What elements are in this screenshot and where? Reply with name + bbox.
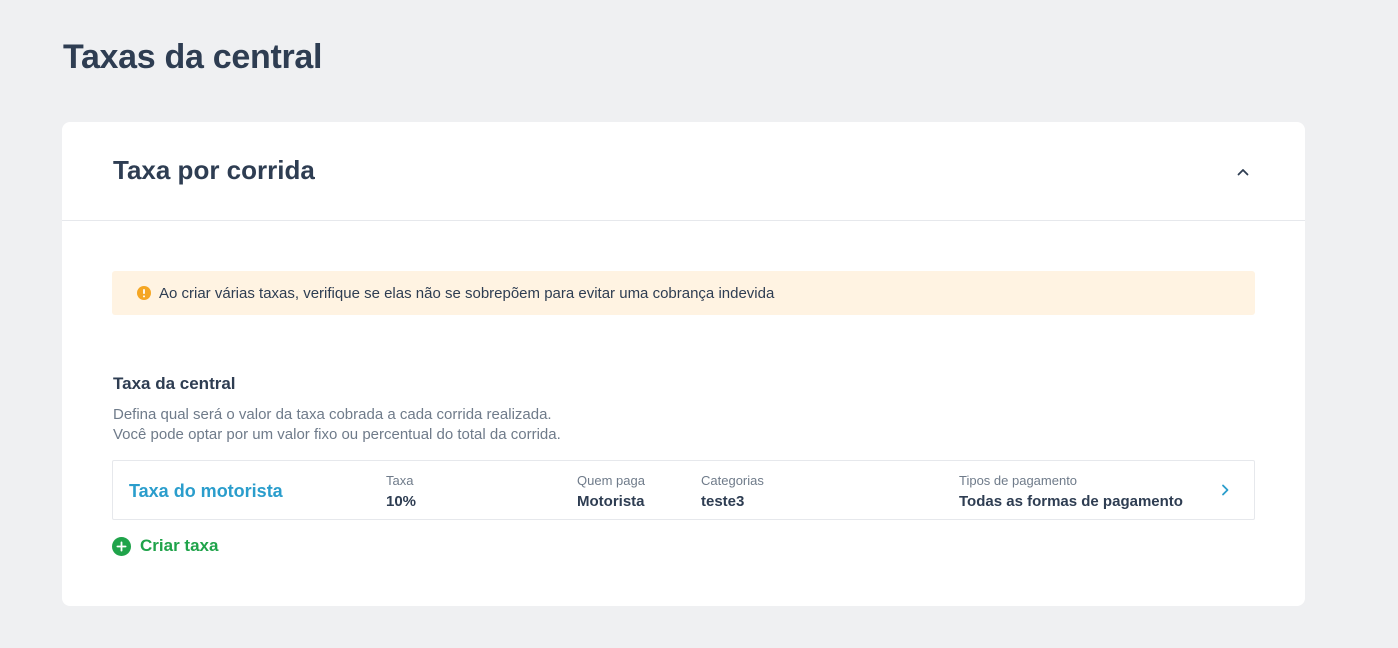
chevron-right-icon[interactable] xyxy=(1218,482,1232,498)
fee-categorias-value: teste3 xyxy=(701,493,745,510)
fee-quem-paga-label: Quem paga xyxy=(577,473,645,488)
card-title: Taxa por corrida xyxy=(113,155,315,185)
fee-row[interactable]: Taxa do motorista Taxa 10% Quem paga Mot… xyxy=(112,460,1255,520)
alert-text: Ao criar várias taxas, verifique se elas… xyxy=(159,284,775,302)
fee-tipos-column: Tipos de pagamento Todas as formas de pa… xyxy=(959,473,1183,512)
fee-card: Taxa por corrida Ao criar várias taxas, … xyxy=(62,122,1305,606)
section-description-line-2: Você pode optar por um valor fixo ou per… xyxy=(113,426,561,443)
warning-alert: Ao criar várias taxas, verifique se elas… xyxy=(112,271,1255,315)
chevron-up-icon[interactable] xyxy=(1231,160,1255,184)
fee-taxa-label: Taxa xyxy=(386,473,414,488)
fee-taxa-value: 10% xyxy=(386,493,417,510)
section-description-line-1: Defina qual será o valor da taxa cobrada… xyxy=(113,406,552,423)
info-icon xyxy=(137,286,151,300)
card-header[interactable]: Taxa por corrida xyxy=(62,122,1305,221)
fee-quem-paga-column: Quem paga Motorista xyxy=(577,473,645,512)
plus-circle-icon xyxy=(112,536,131,556)
section-title: Taxa da central xyxy=(113,374,236,393)
create-fee-button[interactable]: Criar taxa xyxy=(112,536,218,556)
fee-categorias-column: Categorias teste3 xyxy=(701,473,764,512)
fee-quem-paga-value: Motorista xyxy=(577,493,645,510)
fee-taxa-column: Taxa 10% xyxy=(386,473,416,512)
fee-tipos-value: Todas as formas de pagamento xyxy=(959,493,1183,510)
section-description: Defina qual será o valor da taxa cobrada… xyxy=(113,405,561,445)
fee-categorias-label: Categorias xyxy=(701,473,764,488)
page-title: Taxas da central xyxy=(63,38,323,76)
create-fee-label: Criar taxa xyxy=(140,536,219,555)
fee-tipos-label: Tipos de pagamento xyxy=(959,473,1078,488)
fee-name[interactable]: Taxa do motorista xyxy=(129,481,283,502)
